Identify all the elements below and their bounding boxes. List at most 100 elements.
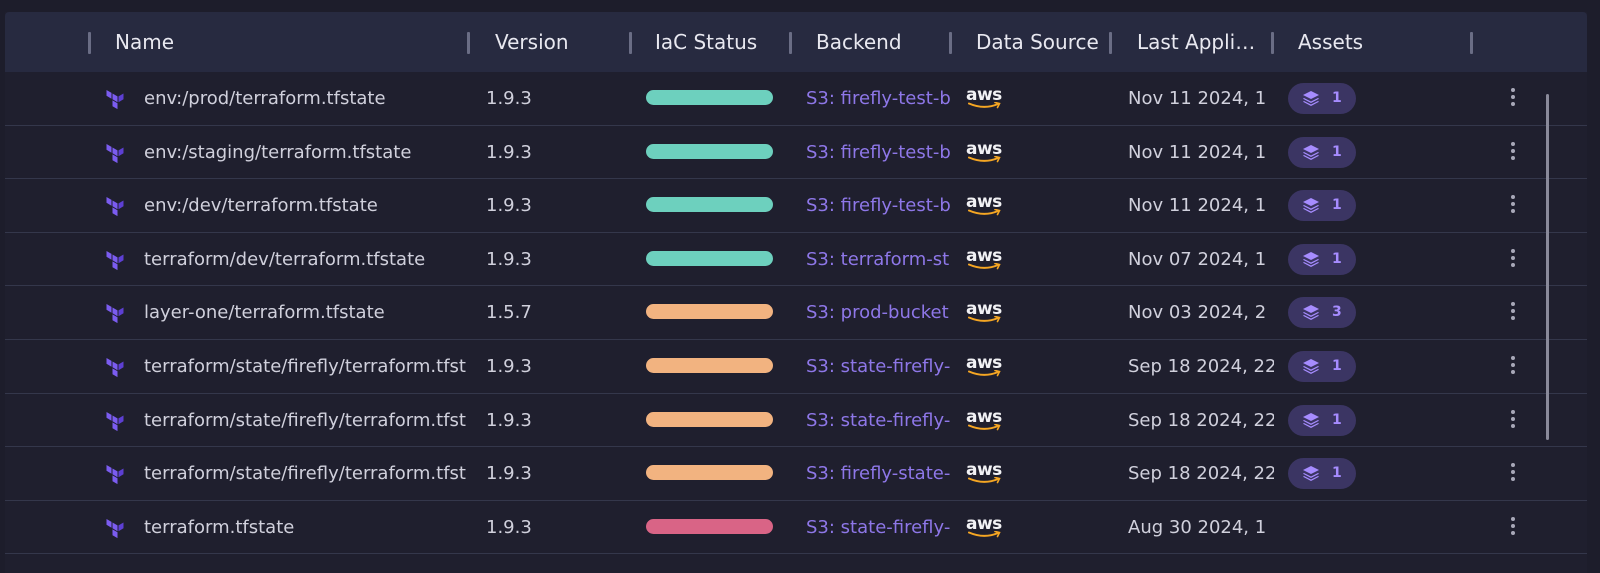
backend-link[interactable]: S3: state-firefly-	[806, 340, 953, 393]
column-resize-handle[interactable]	[789, 32, 792, 54]
table-row[interactable]: terraform/state/firefly/terraform.tfst 1…	[5, 394, 1587, 448]
state-file-name[interactable]: terraform/state/firefly/terraform.tfst	[144, 394, 474, 447]
terraform-icon	[106, 90, 124, 110]
assets-badge[interactable]: 1	[1288, 243, 1356, 275]
terraform-icon	[106, 250, 124, 270]
last-applied-date: Nov 11 2024, 1	[1128, 141, 1267, 163]
last-applied-date: Nov 07 2024, 1	[1128, 248, 1267, 270]
more-options-icon[interactable]	[1508, 463, 1518, 485]
terraform-icon	[106, 197, 124, 217]
column-resize-handle[interactable]	[88, 32, 91, 54]
aws-icon: aws	[966, 461, 1004, 487]
layers-icon	[1303, 251, 1319, 267]
iac-status-bar[interactable]	[646, 143, 773, 159]
terraform-version: 1.9.3	[486, 88, 532, 109]
state-file-name[interactable]: terraform.tfstate	[144, 501, 474, 554]
last-applied-date: Sep 18 2024, 22	[1128, 409, 1274, 431]
column-header-backend[interactable]: Backend	[816, 12, 902, 72]
table-row[interactable]: layer-one/terraform.tfstate 1.5.7 S3: pr…	[5, 286, 1587, 340]
table-row[interactable]: env:/dev/terraform.tfstate 1.9.3 S3: fir…	[5, 179, 1587, 233]
iac-status-bar[interactable]	[646, 518, 773, 534]
terraform-icon	[106, 357, 124, 378]
iac-status-bar[interactable]	[646, 465, 773, 481]
iac-status-bar[interactable]	[646, 197, 773, 213]
column-resize-handle[interactable]	[467, 32, 470, 54]
aws-icon: aws	[966, 140, 1004, 166]
more-options-icon[interactable]	[1508, 88, 1518, 110]
more-options-icon[interactable]	[1508, 516, 1518, 539]
more-options-icon[interactable]	[1508, 409, 1518, 432]
column-resize-handle[interactable]	[1470, 32, 1473, 54]
last-applied-date: Nov 03 2024, 2	[1128, 302, 1267, 324]
backend-link[interactable]: S3: state-firefly-	[806, 394, 953, 447]
backend-link[interactable]: S3: firefly-test-b	[806, 179, 953, 232]
table-row[interactable]: env:/prod/terraform.tfstate 1.9.3 S3: fi…	[5, 72, 1587, 126]
more-options-icon[interactable]	[1508, 355, 1518, 378]
assets-badge[interactable]: 1	[1288, 404, 1356, 436]
column-header-last-applied[interactable]: Last Appli…	[1137, 12, 1265, 72]
table-row[interactable]: terraform/state/firefly/terraform.tfst 1…	[5, 340, 1587, 394]
table-row[interactable]: terraform/state/firefly/terraform.tfst 1…	[5, 447, 1587, 501]
assets-badge[interactable]: 1	[1288, 190, 1356, 222]
terraform-icon	[106, 143, 124, 163]
vertical-scrollbar[interactable]	[1546, 94, 1549, 440]
assets-count: 1	[1332, 197, 1342, 214]
iac-status-bar[interactable]	[646, 357, 773, 373]
backend-link[interactable]: S3: terraform-st	[806, 233, 953, 286]
assets-count: 1	[1332, 357, 1342, 374]
assets-count: 3	[1332, 304, 1342, 321]
column-resize-handle[interactable]	[629, 32, 632, 54]
state-file-name[interactable]: env:/prod/terraform.tfstate	[144, 72, 474, 125]
aws-icon: aws	[966, 86, 1004, 112]
column-header-assets[interactable]: Assets	[1298, 12, 1363, 72]
more-options-icon[interactable]	[1508, 141, 1518, 164]
iac-status-bar[interactable]	[646, 90, 773, 105]
column-header-version[interactable]: Version	[495, 12, 569, 72]
assets-badge[interactable]: 1	[1288, 83, 1356, 114]
state-file-name[interactable]: layer-one/terraform.tfstate	[144, 286, 474, 339]
more-options-icon[interactable]	[1508, 302, 1518, 324]
terraform-icon	[106, 304, 124, 324]
assets-count: 1	[1332, 90, 1342, 106]
column-header-name[interactable]: Name	[115, 12, 174, 72]
aws-icon: aws	[966, 300, 1004, 326]
layers-icon	[1303, 466, 1319, 482]
backend-link[interactable]: S3: prod-bucket	[806, 286, 953, 339]
assets-badge[interactable]: 3	[1288, 297, 1356, 329]
column-header-iac-status[interactable]: IaC Status	[655, 12, 757, 72]
state-file-name[interactable]: terraform/state/firefly/terraform.tfst	[144, 447, 474, 500]
column-resize-handle[interactable]	[1109, 32, 1112, 54]
state-file-name[interactable]: terraform/state/firefly/terraform.tfst	[144, 340, 474, 393]
layers-icon	[1303, 305, 1319, 321]
state-file-name[interactable]: env:/staging/terraform.tfstate	[144, 126, 474, 179]
iac-status-bar[interactable]	[646, 304, 773, 320]
backend-link[interactable]: S3: firefly-state-	[806, 447, 953, 500]
backend-link[interactable]: S3: state-firefly-	[806, 501, 953, 554]
terraform-icon	[106, 411, 124, 431]
terraform-version: 1.5.7	[486, 302, 532, 324]
table-row[interactable]: env:/staging/terraform.tfstate 1.9.3 S3:…	[5, 126, 1587, 180]
more-options-icon[interactable]	[1508, 195, 1518, 217]
iac-status-bar[interactable]	[646, 411, 773, 427]
table-header: Name Version IaC Status Backend Data Sou…	[5, 12, 1587, 72]
terraform-version: 1.9.3	[486, 141, 532, 163]
last-applied-date: Nov 11 2024, 1	[1128, 195, 1267, 217]
terraform-icon	[106, 465, 124, 485]
iac-status-bar[interactable]	[646, 250, 773, 266]
backend-link[interactable]: S3: firefly-test-b	[806, 72, 953, 125]
column-resize-handle[interactable]	[1271, 32, 1274, 54]
last-applied-date: Nov 11 2024, 1	[1128, 88, 1267, 109]
table-row[interactable]: terraform/dev/terraform.tfstate 1.9.3 S3…	[5, 233, 1587, 287]
backend-link[interactable]: S3: firefly-test-b	[806, 126, 953, 179]
state-file-name[interactable]: env:/dev/terraform.tfstate	[144, 179, 474, 232]
assets-badge[interactable]: 1	[1288, 458, 1356, 490]
table-row[interactable]: terraform.tfstate 1.9.3 S3: state-firefl…	[5, 501, 1587, 555]
state-file-name[interactable]: terraform/dev/terraform.tfstate	[144, 233, 474, 286]
column-resize-handle[interactable]	[949, 32, 952, 54]
more-options-icon[interactable]	[1508, 248, 1518, 271]
assets-badge[interactable]: 1	[1288, 136, 1356, 168]
assets-badge[interactable]: 1	[1288, 350, 1356, 382]
terraform-version: 1.9.3	[486, 516, 532, 538]
column-header-data-source[interactable]: Data Source	[976, 12, 1099, 72]
layers-icon	[1303, 412, 1319, 428]
